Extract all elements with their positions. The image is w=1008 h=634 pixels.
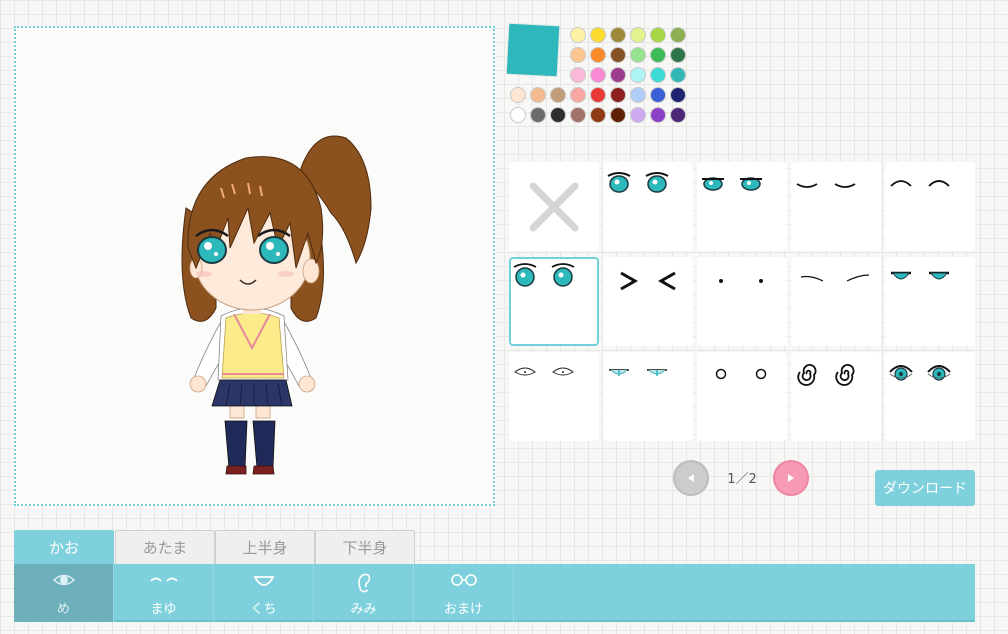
eye-icon [52, 574, 75, 586]
eyes-round-teal-icon [513, 263, 575, 287]
part-option-cell[interactable] [509, 162, 599, 251]
color-swatch[interactable] [550, 87, 566, 103]
part-label: みみ [350, 602, 377, 617]
part-extras[interactable]: おまけ [414, 564, 514, 622]
part-label: め [56, 602, 70, 617]
color-swatch[interactable] [650, 47, 666, 63]
color-swatch[interactable] [610, 67, 626, 83]
eyes-arched-closed-icon [890, 180, 950, 187]
part-option-cell[interactable] [697, 162, 787, 251]
tab-lower-body[interactable]: 下半身 [315, 530, 415, 564]
color-swatch[interactable] [590, 87, 606, 103]
part-option-cell[interactable] [791, 162, 881, 251]
part-option-cell[interactable] [603, 257, 693, 346]
part-label: おまけ [443, 602, 483, 617]
page-indicator: 1／2 [727, 472, 757, 487]
color-swatch[interactable] [650, 67, 666, 83]
eyes-small-circles-icon [715, 368, 767, 380]
part-option-cell[interactable] [509, 352, 599, 441]
download-button[interactable]: ダウンロード [875, 470, 975, 506]
color-swatch[interactable] [670, 67, 686, 83]
mouth-icon [253, 576, 274, 586]
color-swatch[interactable] [670, 27, 686, 43]
color-swatch[interactable] [650, 87, 666, 103]
parts-bar: め まゆ くち みみ おまけ [14, 564, 975, 622]
character-canvas [14, 26, 495, 506]
part-label: まゆ [150, 602, 177, 617]
color-swatch[interactable] [550, 107, 566, 123]
color-swatch[interactable] [510, 107, 526, 123]
eyes-sleepy-teal-icon [891, 271, 949, 280]
part-ears[interactable]: みみ [314, 564, 414, 622]
triangle-left-icon [688, 474, 694, 482]
part-mouth[interactable]: くち [214, 564, 314, 622]
part-label: くち [250, 602, 277, 617]
color-swatch[interactable] [670, 107, 686, 123]
color-swatch[interactable] [670, 47, 686, 63]
color-swatch[interactable] [610, 47, 626, 63]
color-swatch[interactable] [530, 107, 546, 123]
color-swatch[interactable] [570, 47, 586, 63]
part-option-cell[interactable] [697, 352, 787, 441]
ear-icon [357, 573, 370, 593]
color-swatch[interactable] [630, 27, 646, 43]
eyes-wide-teal-icon [889, 365, 951, 381]
part-option-cell[interactable] [697, 257, 787, 346]
eyes-half-open-icon [702, 177, 762, 191]
color-palette [509, 26, 689, 126]
part-option-cell[interactable] [791, 352, 881, 441]
color-swatch[interactable] [630, 67, 646, 83]
color-swatch[interactable] [570, 87, 586, 103]
part-option-grid [509, 162, 976, 441]
color-swatch[interactable] [570, 27, 586, 43]
color-swatch[interactable] [630, 87, 646, 103]
tab-upper-body[interactable]: 上半身 [215, 530, 315, 564]
part-option-cell[interactable] [791, 257, 881, 346]
color-swatch[interactable] [570, 67, 586, 83]
character-illustration [181, 135, 372, 475]
part-option-cell[interactable] [885, 162, 975, 251]
eyes-spiral-icon [797, 364, 855, 386]
none-x-icon [529, 182, 579, 232]
eyes-thin-lines-icon [800, 274, 870, 282]
color-swatch[interactable] [570, 107, 586, 123]
eyes-squint-arrows-icon [620, 271, 676, 291]
color-swatch[interactable] [610, 107, 626, 123]
eyes-white-outline-icon [514, 367, 574, 376]
eyebrows-icon [149, 577, 178, 582]
color-swatch[interactable] [530, 87, 546, 103]
glasses-icon [450, 574, 477, 586]
color-swatch[interactable] [610, 87, 626, 103]
color-swatch[interactable] [610, 27, 626, 43]
part-eyebrows[interactable]: まゆ [114, 564, 214, 622]
color-swatch[interactable] [650, 107, 666, 123]
color-swatch[interactable] [590, 107, 606, 123]
color-swatch[interactable] [510, 87, 526, 103]
color-swatch[interactable] [630, 47, 646, 63]
part-option-cell[interactable] [603, 352, 693, 441]
eyes-dots-icon [719, 279, 763, 283]
eyes-sparkle-icon [607, 172, 669, 193]
part-option-cell[interactable] [603, 162, 693, 251]
color-swatch[interactable] [590, 27, 606, 43]
eyes-narrow-teal-icon [609, 369, 667, 376]
color-swatch[interactable] [590, 67, 606, 83]
color-swatch[interactable] [670, 87, 686, 103]
tab-kao[interactable]: かお [14, 530, 114, 564]
part-eyes[interactable]: め [14, 564, 114, 622]
triangle-right-icon [788, 474, 794, 482]
color-swatch[interactable] [590, 47, 606, 63]
pager-prev-button[interactable] [673, 460, 709, 496]
tab-atama[interactable]: あたま [115, 530, 215, 564]
color-swatch[interactable] [650, 27, 666, 43]
part-option-cell[interactable] [509, 257, 599, 346]
eyes-closed-smile-icon [796, 183, 856, 188]
part-option-cell[interactable] [885, 352, 975, 441]
color-swatch[interactable] [630, 107, 646, 123]
pager-next-button[interactable] [773, 460, 809, 496]
part-option-cell[interactable] [885, 257, 975, 346]
